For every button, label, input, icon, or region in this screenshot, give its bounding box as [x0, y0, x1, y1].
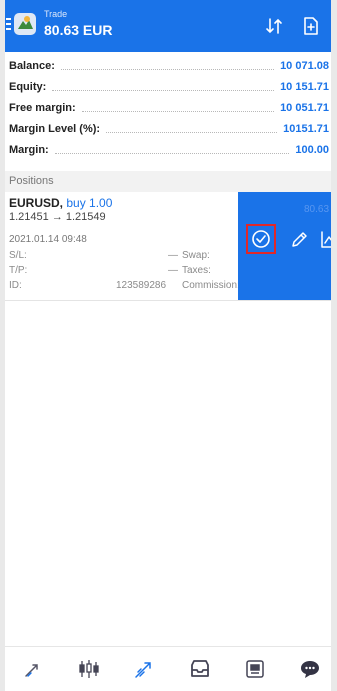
- sl-label: S/L:: [9, 250, 27, 261]
- screen-title: Trade: [44, 9, 68, 19]
- equity-value: 10 151.71: [280, 80, 329, 93]
- quotes-icon[interactable]: [21, 657, 45, 681]
- position-open-time: 2021.01.14 09:48: [9, 234, 87, 245]
- position-symbol: EURUSD, buy 1.00: [9, 196, 113, 210]
- sort-icon[interactable]: [263, 15, 285, 37]
- swap-label: Swap:: [182, 250, 210, 261]
- summary-row-equity: Equity: 10 151.71: [5, 76, 331, 97]
- account-summary: Balance: 10 071.08 Equity: 10 151.71 Fre…: [5, 52, 331, 160]
- chat-icon[interactable]: [298, 657, 322, 681]
- right-frame: [331, 0, 337, 691]
- taxes-label: Taxes:: [182, 265, 211, 276]
- free-margin-value: 10 051.71: [280, 101, 329, 114]
- summary-row-margin: Margin: 100.00: [5, 139, 331, 160]
- balance-label: Balance:: [9, 59, 55, 72]
- summary-row-margin-level: Margin Level (%): 10151.71: [5, 118, 331, 139]
- news-icon[interactable]: [243, 657, 267, 681]
- position-profit: 80.63: [304, 204, 330, 215]
- position-direction: buy 1.00: [66, 196, 113, 210]
- commission-label: Commission:: [182, 280, 238, 291]
- line-chart-icon[interactable]: [317, 226, 331, 254]
- candlestick-chart-icon[interactable]: [77, 657, 101, 681]
- margin-label: Margin:: [9, 143, 49, 156]
- id-label: ID:: [9, 280, 22, 291]
- margin-value: 100.00: [295, 143, 329, 156]
- new-order-icon[interactable]: [300, 15, 322, 37]
- positions-section-header: Positions: [5, 171, 331, 192]
- pencil-icon[interactable]: [285, 226, 315, 254]
- app-screen: Trade 80.63 EUR Balance: 10 071.08 Equit…: [5, 0, 331, 691]
- top-bar: Trade 80.63 EUR: [5, 0, 331, 52]
- account-logo-icon[interactable]: [14, 13, 36, 35]
- margin-level-value: 10151.71: [283, 122, 329, 135]
- margin-level-label: Margin Level (%):: [9, 122, 101, 135]
- check-circle-icon[interactable]: [246, 224, 276, 254]
- swipe-actions-panel: 80.63: [238, 192, 331, 300]
- summary-row-balance: Balance: 10 071.08: [5, 55, 331, 76]
- free-margin-label: Free margin:: [9, 101, 76, 114]
- trade-icon[interactable]: [132, 657, 156, 681]
- tp-label: T/P:: [9, 265, 28, 276]
- balance-value: 10 071.08: [280, 59, 329, 72]
- equity-label: Equity:: [9, 80, 47, 93]
- menu-icon[interactable]: [6, 18, 12, 30]
- floating-profit: 80.63 EUR: [44, 22, 113, 38]
- summary-row-free-margin: Free margin: 10 051.71: [5, 97, 331, 118]
- bottom-navigation: [5, 646, 331, 691]
- tp-value: —: [168, 265, 178, 276]
- id-value: 123589286: [116, 280, 167, 291]
- inbox-icon[interactable]: [188, 657, 212, 681]
- position-price: 1.21451 → 1.21549: [9, 211, 106, 223]
- sl-value: —: [168, 250, 178, 261]
